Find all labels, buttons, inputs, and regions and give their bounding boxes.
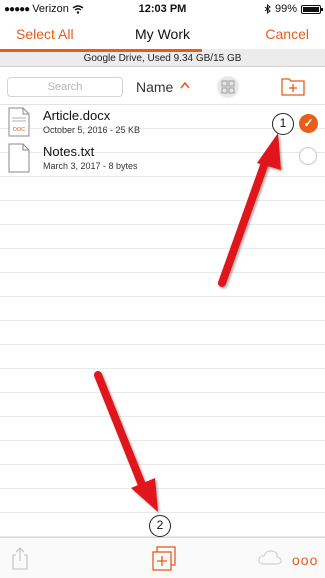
bottom-toolbar: ooo [0,537,325,578]
battery-percent: 99% [274,3,297,15]
new-folder-icon[interactable] [281,76,305,96]
file-toolbar: Search Name [0,67,325,105]
doc-file-icon: DOC [8,107,30,137]
bluetooth-icon [264,4,271,14]
sort-ascending-icon[interactable] [180,78,190,92]
share-icon[interactable] [10,546,30,570]
callout-badge: 1 [272,113,294,135]
storage-usage-bar: Google Drive, Used 9.34 GB/15 GB [0,49,325,67]
unselected-checkbox[interactable] [299,147,317,165]
add-to-icon[interactable] [151,546,177,572]
battery-icon [301,4,323,14]
file-meta: October 5, 2016 - 25 KB [43,125,141,135]
callout-badge: 2 [149,515,171,537]
doc-icon-label: DOC [13,127,25,133]
file-meta: March 3, 2017 - 8 bytes [43,161,138,171]
more-options-icon[interactable]: ooo [292,552,318,568]
search-input[interactable]: Search [7,77,123,97]
cloud-upload-icon[interactable] [257,548,283,566]
grid-view-button[interactable] [217,76,239,98]
file-name: Article.docx [43,108,111,123]
file-name: Notes.txt [43,144,95,159]
storage-usage-fill [0,49,202,52]
grid-icon [221,80,235,94]
file-row[interactable]: Notes.txt March 3, 2017 - 8 bytes [0,141,325,177]
nav-bar: Select All My Work Cancel [0,18,325,48]
storage-usage-text: Google Drive, Used 9.34 GB/15 GB [83,53,242,64]
selected-checkbox[interactable]: ✓ [299,114,318,133]
cancel-button[interactable]: Cancel [265,26,309,42]
sort-by-name-button[interactable]: Name [136,79,173,95]
text-file-icon [8,143,30,173]
status-bar: ●●●●● Verizon 12:03 PM 99% [0,0,325,18]
